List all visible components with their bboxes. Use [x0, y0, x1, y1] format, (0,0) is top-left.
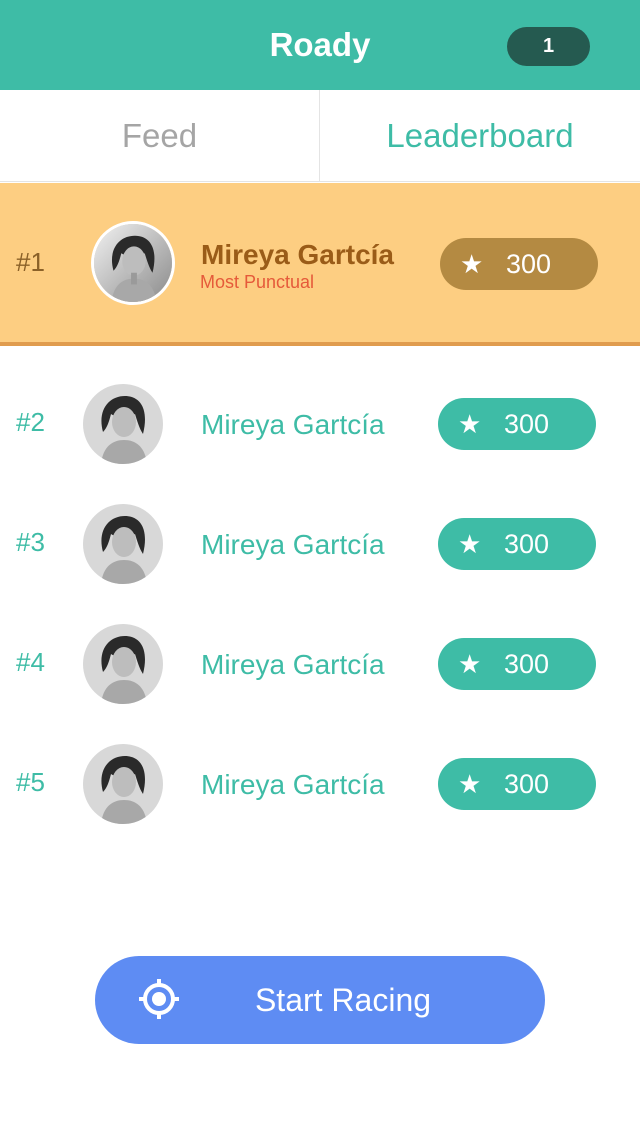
leaderboard-row[interactable]: #3 Mireya Gartcía ★ 300	[0, 483, 640, 603]
avatar	[83, 504, 163, 584]
avatar	[83, 744, 163, 824]
player-name: Mireya Gartcía	[201, 409, 385, 440]
leaderboard-row[interactable]: #4 Mireya Gartcía ★ 300	[0, 603, 640, 723]
points-badge: ★ 300	[438, 758, 596, 810]
player-name: Mireya Gartcía	[201, 529, 385, 560]
rank-label: #5	[16, 767, 45, 797]
points-value: 300	[504, 529, 550, 559]
tab-bar: Feed Leaderboard	[0, 90, 640, 182]
points-value: 300	[504, 409, 550, 439]
player-title: Most Punctual	[200, 272, 315, 292]
points-value: 300	[504, 649, 550, 679]
points-value: 300	[504, 769, 550, 799]
leaderboard-row-top[interactable]: #1 Mireya Gartcía Most Punctual ★ 300	[0, 183, 640, 346]
tab-feed[interactable]: Feed	[0, 90, 320, 182]
rank-label: #4	[16, 647, 45, 677]
player-name: Mireya Gartcía	[201, 649, 385, 680]
avatar	[91, 221, 175, 305]
star-icon: ★	[458, 649, 482, 679]
points-badge: ★ 300	[438, 398, 596, 450]
tab-leaderboard[interactable]: Leaderboard	[320, 90, 640, 182]
star-icon: ★	[458, 529, 482, 559]
points-badge: ★ 300	[438, 518, 596, 570]
star-icon: ★	[460, 249, 484, 279]
notification-badge[interactable]: 1	[507, 27, 590, 66]
player-name: Mireya Gartcía	[201, 769, 385, 800]
points-badge: ★ 300	[438, 638, 596, 690]
star-icon: ★	[458, 409, 482, 439]
player-name: Mireya Gartcía	[201, 239, 394, 270]
points-badge: ★ 300	[440, 238, 598, 290]
points-value: 300	[506, 249, 552, 279]
rank-label: #2	[16, 407, 45, 437]
rank-label: #1	[16, 247, 45, 277]
rank-label: #3	[16, 527, 45, 557]
leaderboard-row[interactable]: #2 Mireya Gartcía ★ 300	[0, 363, 640, 483]
leaderboard-row[interactable]: #5 Mireya Gartcía ★ 300	[0, 723, 640, 843]
avatar	[83, 384, 163, 464]
start-racing-label: Start Racing	[254, 982, 432, 1018]
star-icon: ★	[458, 769, 482, 799]
avatar	[83, 624, 163, 704]
